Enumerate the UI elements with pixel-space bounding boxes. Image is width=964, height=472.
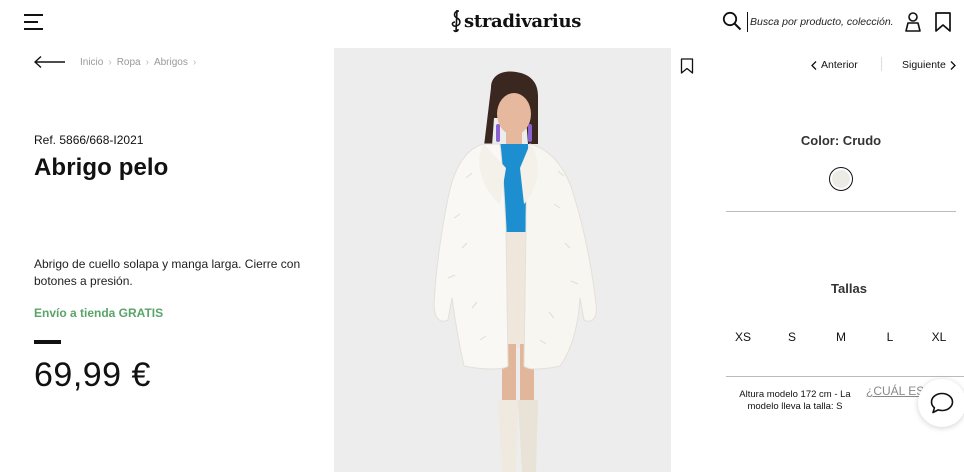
breadcrumb-abrigos[interactable]: Abrigos [154,57,188,68]
product-title: Abrigo pelo [34,154,169,181]
next-label: Siguiente [902,59,946,71]
sizes-label: Tallas [831,281,867,296]
divider [726,211,956,212]
nav-divider [881,57,882,71]
top-header: stradivarius [0,0,964,44]
divider [726,376,964,377]
product-image[interactable] [334,48,671,472]
breadcrumb-separator-icon: › [108,57,112,68]
user-icon[interactable] [904,11,922,33]
logo-text: stradivarius [464,10,582,32]
chat-button[interactable] [918,379,964,427]
color-label: Color: Crudo [800,133,882,148]
breadcrumb-separator-icon: › [145,57,149,68]
search-icon[interactable] [722,11,742,31]
shipping-info: Envío a tienda GRATIS [34,306,164,320]
product-description: Abrigo de cuello solapa y manga larga. C… [34,257,301,288]
previous-label: Anterior [821,59,858,71]
previous-product-link[interactable]: Anterior [811,59,858,71]
model-wearing-fur-coat-illustration [334,48,671,472]
size-option-s[interactable]: S [767,330,817,344]
breadcrumb-inicio[interactable]: Inicio [80,57,103,68]
size-option-xs[interactable]: XS [718,330,768,344]
chevron-right-icon [950,60,956,70]
price-divider [34,340,61,344]
size-option-m[interactable]: M [816,330,866,344]
breadcrumb-separator-icon: › [192,57,197,68]
chevron-left-icon [811,60,817,70]
size-option-l[interactable]: L [865,330,915,344]
size-option-xl[interactable]: XL [914,330,964,344]
color-swatch-crudo[interactable] [829,167,853,191]
product-reference: Ref. 5866/668-I2021 [34,133,144,147]
chat-bubble-icon [930,392,954,414]
breadcrumb-ropa[interactable]: Ropa [117,57,141,68]
model-info: Altura modelo 172 cm - La modelo lleva l… [739,389,851,412]
save-bookmark-icon[interactable] [680,58,694,74]
next-product-link[interactable]: Siguiente [902,59,956,71]
search-input[interactable] [747,12,893,32]
menu-icon[interactable] [24,13,44,31]
logo-clef-icon [451,9,461,33]
stradivarius-logo[interactable]: stradivarius [450,6,581,36]
size-selector: XS S M L XL [718,330,964,348]
breadcrumb: Inicio › Ropa › Abrigos › [80,57,201,68]
product-price: 69,99 € [34,356,151,394]
back-arrow-icon[interactable] [34,55,66,69]
bookmark-icon[interactable] [934,11,952,33]
